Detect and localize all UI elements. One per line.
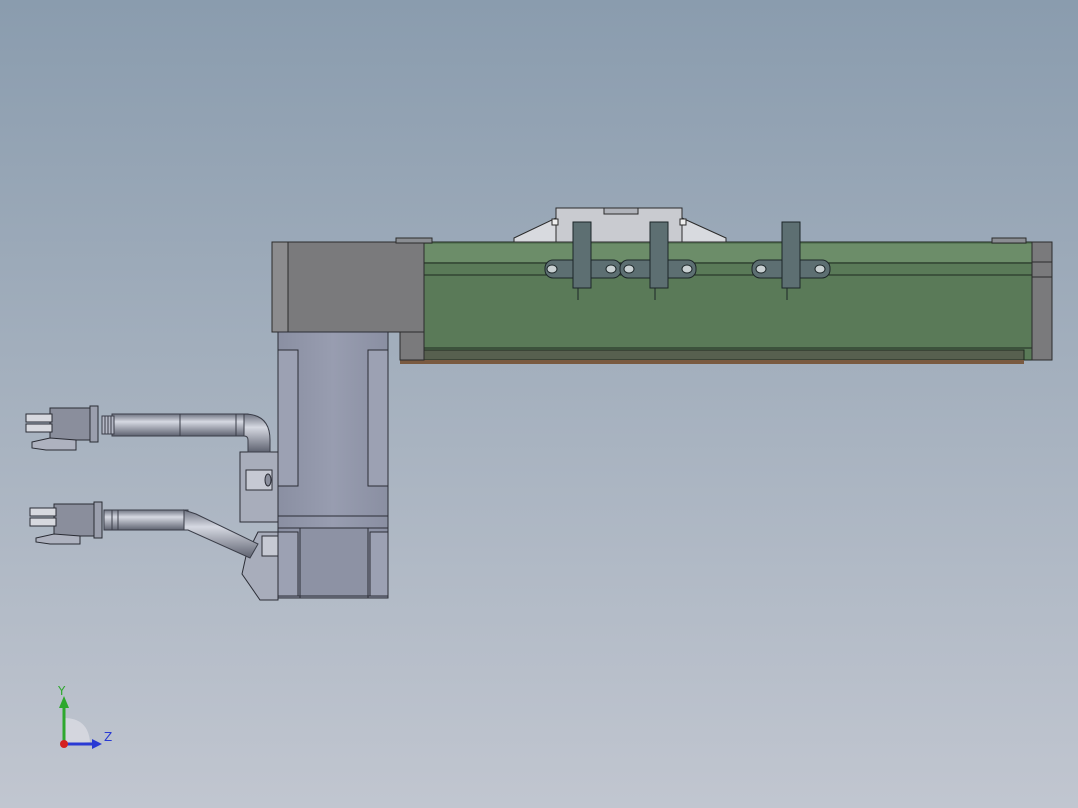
orientation-triad: Y Z: [48, 684, 128, 754]
x-axis-origin: [60, 740, 68, 748]
graphics-viewport[interactable]: Y Z: [0, 0, 1078, 808]
lower-connector: [29, 501, 103, 545]
upper-cable: [101, 413, 271, 453]
upper-connector: [25, 405, 99, 451]
upper-cable-gland: [239, 451, 279, 523]
lower-cable: [103, 509, 259, 559]
stepper-motor: [277, 331, 389, 599]
z-axis-label: Z: [104, 730, 113, 744]
z-axis-arrowhead: [92, 739, 102, 749]
carriage-slider: [513, 207, 727, 243]
triad-plane-indicator: [64, 718, 90, 744]
rail-body: [399, 241, 1035, 364]
linear-actuator-model[interactable]: [0, 0, 1078, 808]
y-axis-label: Y: [58, 684, 66, 698]
